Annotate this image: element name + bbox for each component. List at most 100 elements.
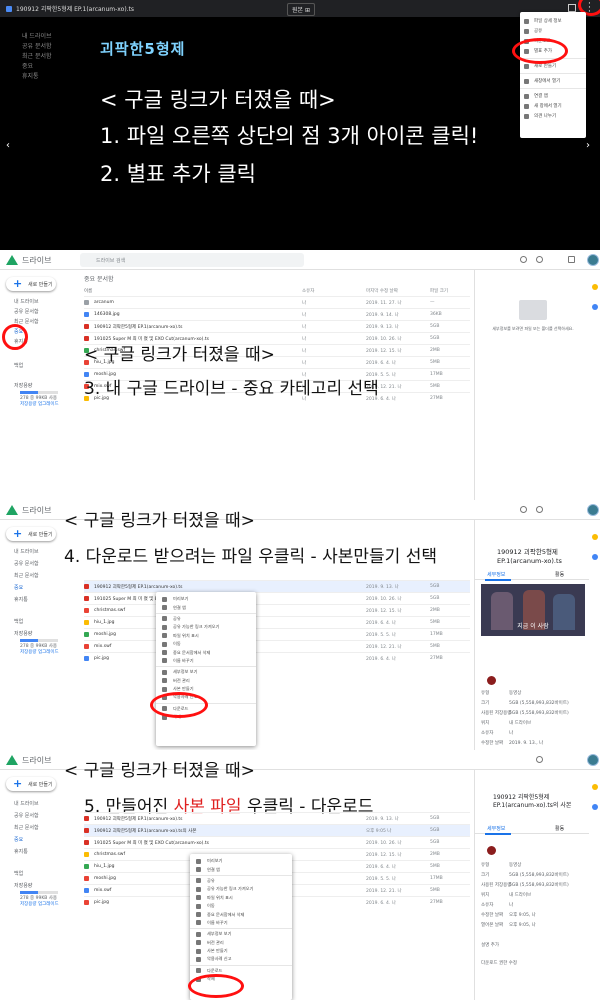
- new-button[interactable]: 새로 만들기: [6, 527, 56, 541]
- menu-item-icon: [162, 641, 167, 647]
- context-menu-item[interactable]: 중요 문서함에서 삭제: [190, 910, 292, 918]
- context-menu-item[interactable]: 공유: [156, 615, 256, 623]
- context-menu-item[interactable]: 이름 바꾸기: [190, 919, 292, 927]
- avatar[interactable]: [587, 254, 599, 266]
- context-menu-item[interactable]: 버전 관리: [156, 677, 256, 685]
- avatar[interactable]: [587, 504, 599, 516]
- storage-upgrade-link[interactable]: 저장용량 업그레이드: [20, 650, 59, 656]
- file-row[interactable]: christmas.swf 2019. 12. 15. 나 2MB: [84, 604, 470, 616]
- help-icon[interactable]: [520, 256, 527, 263]
- details-panel: 190912 괴팍한5형제 EP.1(arcanum-xo).ts 세부정보 활…: [474, 520, 589, 750]
- context-menu-item[interactable]: 미리보기: [156, 595, 256, 603]
- settings-icon[interactable]: [536, 756, 543, 763]
- sidebar-item-starred[interactable]: 중요: [0, 582, 74, 591]
- file-name: arcanum: [94, 300, 114, 305]
- menu-item-icon: [196, 948, 201, 954]
- tab-details[interactable]: 세부정보: [484, 825, 512, 835]
- more-options-icon[interactable]: · · ·: [588, 0, 591, 17]
- resolution-select[interactable]: 원본 ⊞: [287, 3, 315, 16]
- tab-details[interactable]: 세부정보: [484, 571, 512, 581]
- context-menu-item[interactable]: 버전 관리: [190, 939, 292, 947]
- context-menu-item[interactable]: 중요 문서함에서 삭제: [156, 648, 256, 656]
- avatar[interactable]: [587, 754, 599, 766]
- next-arrow-icon[interactable]: ›: [586, 140, 590, 151]
- details-tabs: 세부정보 활동: [475, 568, 589, 581]
- menu-item-open-with[interactable]: 연결 앱: [520, 91, 586, 101]
- file-modified: 2019. 9. 13. 나: [366, 816, 399, 822]
- sidebar-item-shared[interactable]: 공유 문서함: [14, 812, 39, 819]
- context-menu-item[interactable]: 세부정보 보기: [156, 668, 256, 676]
- open-with-icon[interactable]: [568, 4, 576, 12]
- apps-grid-icon[interactable]: [568, 256, 575, 263]
- context-menu-item[interactable]: 이동: [156, 640, 256, 648]
- prev-arrow-icon[interactable]: ‹: [6, 140, 10, 151]
- context-menu-item[interactable]: 사본 만들기: [190, 947, 292, 955]
- context-menu-item[interactable]: 악용사례 신고: [190, 955, 292, 963]
- file-type-icon: [84, 656, 89, 661]
- sidebar-item-backup[interactable]: 백업: [14, 870, 23, 877]
- context-menu-item[interactable]: 이동: [190, 902, 292, 910]
- sidebar-item-storage[interactable]: 저장용량: [14, 630, 32, 637]
- file-row[interactable]: 146308.jpg 나 2019. 9. 14. 나 36KB: [84, 308, 470, 320]
- tab-activity[interactable]: 활동: [555, 825, 564, 832]
- sidebar-item-backup[interactable]: 백업: [14, 362, 23, 369]
- sidebar-item-starred[interactable]: 중요: [0, 834, 74, 843]
- file-row[interactable]: 190912 괴팍한5형제 EP.1(arcanum-xo).ts 2019. 9…: [84, 580, 470, 592]
- sidebar-item-recent[interactable]: 최근 문서함: [14, 572, 39, 579]
- menu-item-feedback[interactable]: 의견 나누기: [520, 111, 586, 121]
- sidebar-item-storage[interactable]: 저장용량: [14, 382, 32, 389]
- file-row[interactable]: 191025 Super M 최 미 쳤 및 EXO Cut(arcanum-x…: [84, 836, 470, 848]
- context-menu-item[interactable]: 파일 위치 표시: [190, 894, 292, 902]
- file-row[interactable]: hiu_1.jpg 2019. 6. 4. 나 5MB: [84, 616, 470, 628]
- sidebar-item-trash[interactable]: 휴지통: [14, 596, 28, 603]
- file-row[interactable]: 190912 괴팍한5형제 EP.1(arcanum-xo).ts의 사본 오후 …: [84, 824, 470, 836]
- file-name: mix.swf: [94, 644, 112, 649]
- sidebar-item-shared[interactable]: 공유 문서함: [14, 560, 39, 567]
- new-button[interactable]: 새로 만들기: [6, 777, 56, 791]
- context-menu: 미리보기 연결 앱공유 공유 가능한 링크 가져오기 파일 위치 표시 이동 중요 문서함…: [156, 592, 256, 746]
- context-menu-item[interactable]: 연결 앱: [156, 603, 256, 611]
- file-row[interactable]: 190912 괴팍한5형제 EP.1(arcanum-xo).ts 2019. 9…: [84, 812, 470, 824]
- context-menu-item[interactable]: 세부정보 보기: [190, 930, 292, 938]
- settings-icon[interactable]: [536, 256, 543, 263]
- menu-item-details[interactable]: 파일 상세 정보: [520, 16, 586, 26]
- sidebar-item-my-drive[interactable]: 내 드라이브: [14, 800, 39, 807]
- property-label: 수정한 날짜: [481, 913, 504, 918]
- menu-item-open-window[interactable]: 새창에서 열기: [520, 76, 586, 86]
- details-panel: 세부정보를 보려면 파일 또는 폴더를 선택하세요.: [474, 270, 588, 500]
- search-input[interactable]: 드라이브 검색: [80, 253, 304, 267]
- context-menu-item[interactable]: 미리보기: [190, 857, 292, 865]
- file-row[interactable]: arcanum 나 2019. 11. 27. 나 —: [84, 296, 470, 308]
- drive-name: 드라이브: [22, 756, 52, 765]
- context-menu-item[interactable]: 이름 바꾸기: [156, 657, 256, 665]
- file-row[interactable]: 191025 Super M 최 미 쳤 및 EXO Cut(arcanum-x…: [84, 592, 470, 604]
- details-action[interactable]: 다운로드 권한 수정: [481, 960, 517, 966]
- context-menu-item[interactable]: 공유 가능한 링크 가져오기: [156, 623, 256, 631]
- sidebar-item-backup[interactable]: 백업: [14, 618, 23, 625]
- file-row[interactable]: mix.swf 2019. 12. 21. 나 5MB: [84, 640, 470, 652]
- storage-upgrade-link[interactable]: 저장용량 업그레이드: [20, 402, 59, 408]
- sidebar-item-shared[interactable]: 공유 문서함: [14, 308, 39, 315]
- context-menu-item[interactable]: 공유: [190, 877, 292, 885]
- file-type-icon: [84, 620, 89, 625]
- sidebar-item-my-drive[interactable]: 내 드라이브: [14, 548, 39, 555]
- menu-item-share[interactable]: 공유: [520, 26, 586, 36]
- file-row[interactable]: moshi.jpg 2019. 5. 5. 나 17MB: [84, 628, 470, 640]
- sidebar-item-recent[interactable]: 최근 문서함: [14, 824, 39, 831]
- new-button[interactable]: 새로 만들기: [6, 277, 56, 291]
- sidebar-item-trash[interactable]: 휴지통: [14, 848, 28, 855]
- help-icon[interactable]: [520, 506, 527, 513]
- menu-item-new-window[interactable]: 새 창에서 열기: [520, 101, 586, 111]
- settings-icon[interactable]: [536, 506, 543, 513]
- context-menu-item[interactable]: 공유 가능한 링크 가져오기: [190, 885, 292, 893]
- file-row[interactable]: 190912 괴팍한5형제 EP.1(arcanum-xo).ts 나 2019. …: [84, 320, 470, 332]
- sidebar-item-storage[interactable]: 저장용량: [14, 882, 32, 889]
- file-row[interactable]: pic.jpg 2019. 6. 4. 나 27MB: [84, 652, 470, 664]
- sidebar-item-my-drive[interactable]: 내 드라이브: [14, 298, 39, 305]
- storage-upgrade-link[interactable]: 저장용량 업그레이드: [20, 902, 59, 908]
- tab-activity[interactable]: 활동: [555, 571, 564, 578]
- details-action[interactable]: 설명 추가: [481, 942, 499, 948]
- open-new-icon: [524, 103, 529, 109]
- context-menu-item[interactable]: 연결 앱: [190, 865, 292, 873]
- context-menu-item[interactable]: 파일 위치 표시: [156, 632, 256, 640]
